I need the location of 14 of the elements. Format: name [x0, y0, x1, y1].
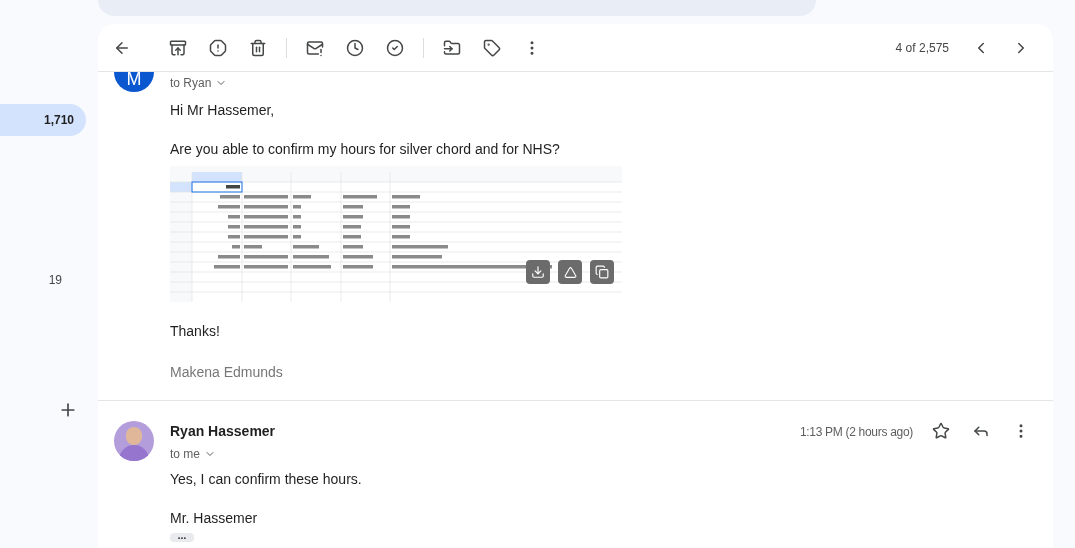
signature: Mr. Hassemer — [170, 509, 259, 528]
message-text: Are you able to confirm my hours for silver chord and for NHS? — [170, 140, 561, 159]
page-info: 4 of 2,575 — [895, 39, 949, 57]
sender-name: Ryan Hassemer — [170, 422, 277, 441]
message-text: Yes, I can confirm these hours. — [170, 470, 363, 489]
folder-count[interactable]: 1,710 — [0, 104, 86, 136]
message-text: Thanks! — [170, 322, 221, 341]
avatar: M — [114, 72, 154, 92]
signature: Makena Edmunds — [170, 363, 284, 382]
recipient-label: to Ryan — [170, 75, 212, 92]
recipient-label: to me — [170, 446, 200, 463]
message-time: 1:13 PM (2 hours ago) — [799, 424, 913, 441]
message-text: Hi Mr Hassemer, — [170, 101, 276, 120]
folder-count[interactable]: 19 — [0, 264, 86, 296]
